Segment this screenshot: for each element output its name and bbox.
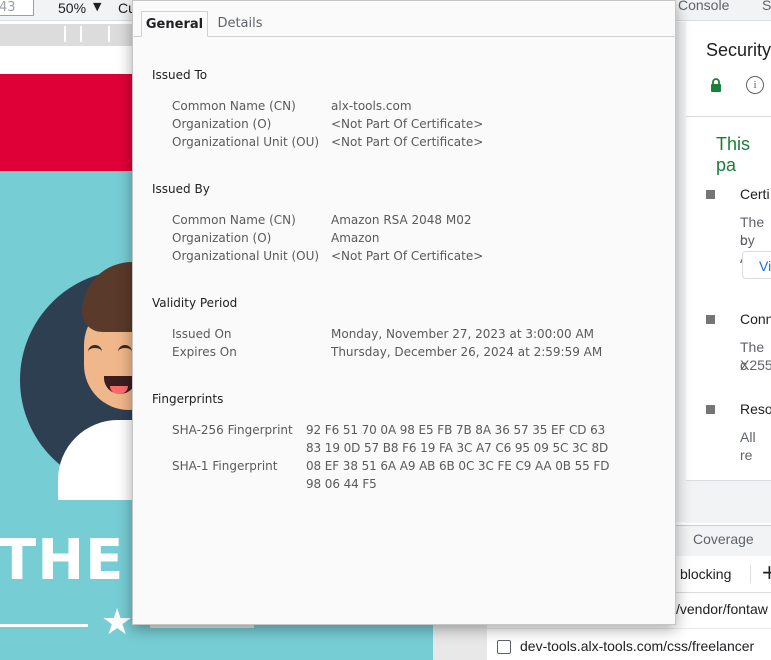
connection-bullet-icon (706, 315, 715, 324)
field-label: Issued On (172, 327, 232, 341)
request-checkbox[interactable] (497, 640, 511, 654)
add-pattern-icon[interactable]: + (761, 560, 771, 584)
field-label: SHA-1 Fingerprint (172, 459, 278, 473)
validity-heading: Validity Period (152, 296, 238, 310)
field-value: <Not Part Of Certificate> (331, 135, 484, 149)
field-value: Amazon (331, 231, 380, 245)
security-divider (686, 116, 771, 117)
dimension-input[interactable]: 43 (0, 0, 34, 16)
field-label: Common Name (CN) (172, 213, 296, 227)
connection-item-desc: X255 (740, 357, 771, 373)
field-value: Thursday, December 26, 2024 at 2:59:59 A… (331, 345, 603, 359)
field-label: SHA-256 Fingerprint (172, 423, 293, 437)
field-label: Organization (O) (172, 231, 272, 245)
field-value: <Not Part Of Certificate> (331, 249, 484, 263)
certificate-bullet-icon (706, 190, 715, 199)
fingerprint-value: 92 F6 51 70 0A 98 E5 FB 7B 8A 36 57 35 E… (306, 423, 606, 437)
tab-coverage[interactable]: Coverage (693, 531, 754, 547)
field-label: Organizational Unit (OU) (172, 249, 320, 263)
field-label: Organizational Unit (OU) (172, 135, 320, 149)
avatar-eye (88, 345, 102, 354)
avatar-eye (118, 345, 132, 354)
toolbar-separator (750, 565, 751, 583)
resources-item-desc: All re (740, 429, 756, 463)
issued-by-heading: Issued By (152, 182, 210, 196)
request-url[interactable]: /vendor/fontaw (676, 601, 768, 617)
certificate-dialog (132, 0, 676, 625)
fingerprints-heading: Fingerprints (152, 392, 224, 406)
ruler-tick (108, 26, 110, 42)
security-footer (686, 480, 771, 523)
tab-console[interactable]: Console (678, 0, 729, 13)
fingerprint-value: 83 19 0D 57 B8 F6 19 FA 3C A7 C6 95 09 5… (306, 441, 609, 455)
resources-bullet-icon (706, 405, 715, 414)
tab-general[interactable]: General (141, 11, 208, 37)
lock-icon[interactable] (710, 78, 722, 92)
field-value: Monday, November 27, 2023 at 3:00:00 AM (331, 327, 595, 341)
info-icon[interactable]: i (746, 76, 764, 94)
zoom-level[interactable]: 50% (58, 0, 86, 16)
resources-item-title: Reso (740, 401, 771, 417)
field-value: Amazon RSA 2048 M02 (331, 213, 472, 227)
zoom-dropdown-icon[interactable]: ▼ (93, 0, 101, 13)
issued-to-heading: Issued To (152, 68, 208, 82)
request-url[interactable]: dev-tools.alx-tools.com/css/freelancer (520, 638, 754, 654)
connection-item-title: Conn (740, 311, 771, 327)
blocking-label[interactable]: blocking (680, 566, 731, 582)
star-icon: ★ (101, 602, 134, 643)
secure-message: This pa (716, 134, 751, 175)
tab-sources[interactable]: S (762, 0, 771, 13)
row-divider (486, 628, 771, 629)
field-value: <Not Part Of Certificate> (331, 117, 484, 131)
fingerprint-value: 98 06 44 F5 (306, 477, 377, 491)
view-certificate-button[interactable]: Vi (742, 251, 771, 279)
field-label: Organization (O) (172, 117, 272, 131)
fingerprint-value: 08 EF 38 51 6A A9 AB 6B 0C 3C FE C9 AA 0… (306, 459, 610, 473)
divider-line (0, 624, 88, 627)
hero-heading: THE (0, 528, 125, 593)
field-value: alx-tools.com (331, 99, 412, 113)
field-label: Common Name (CN) (172, 99, 296, 113)
tab-details[interactable]: Details (212, 11, 268, 37)
security-sidebar-scrollbar[interactable] (676, 22, 686, 522)
ruler-tick (80, 26, 82, 42)
ruler-tick (64, 26, 66, 42)
certificate-item-title: Certi (740, 186, 770, 202)
security-title: Security (706, 40, 771, 60)
field-label: Expires On (172, 345, 237, 359)
